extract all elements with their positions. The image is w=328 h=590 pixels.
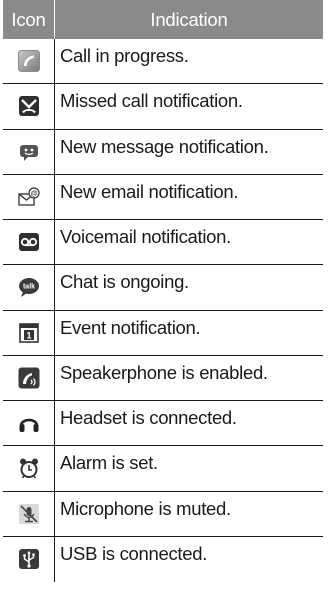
- table-row: 1 Event notification.: [3, 310, 323, 356]
- call-in-progress-icon: [3, 39, 55, 84]
- table-row: Call in progress.: [3, 39, 323, 85]
- headset-icon: [3, 401, 55, 446]
- row-label: USB is connected.: [60, 542, 208, 564]
- table-row: New message notification.: [3, 129, 323, 175]
- svg-text:@: @: [30, 190, 37, 197]
- table-row: Speakerphone is enabled.: [3, 355, 323, 401]
- new-message-icon: [3, 129, 55, 174]
- table-row: Voicemail notification.: [3, 220, 323, 266]
- table-header: Icon Indication: [3, 0, 323, 39]
- table-row: Microphone is muted.: [3, 491, 323, 537]
- row-label: Voicemail notification.: [60, 226, 232, 247]
- header-icon: Icon: [3, 0, 55, 39]
- speakerphone-icon: [3, 355, 55, 400]
- row-label: Chat is ongoing.: [60, 271, 189, 293]
- microphone-muted-icon: [3, 491, 55, 536]
- row-label: Headset is connected.: [60, 407, 237, 428]
- svg-text:talk: talk: [22, 284, 34, 291]
- talk-chat-icon: talk: [3, 265, 55, 310]
- missed-call-icon: [3, 84, 55, 129]
- row-label: New message notification.: [60, 135, 269, 157]
- status-icons-table: Icon Indication Call in progress. Missed…: [3, 0, 323, 582]
- row-label: Missed call notification.: [60, 90, 243, 112]
- row-label: Microphone is muted.: [60, 497, 231, 519]
- row-label: Alarm is set.: [60, 452, 158, 474]
- event-calendar-icon: 1: [3, 310, 55, 355]
- row-label: New email notification.: [60, 180, 239, 202]
- row-label: Speakerphone is enabled.: [60, 361, 268, 383]
- row-label: Call in progress.: [60, 45, 189, 66]
- voicemail-icon: [3, 220, 55, 265]
- table-row: Alarm is set.: [3, 446, 323, 492]
- table-row: @ New email notification.: [3, 174, 323, 220]
- new-email-icon: @: [3, 174, 55, 219]
- table-row: Missed call notification.: [3, 84, 323, 130]
- table-row: Headset is connected.: [3, 401, 323, 447]
- row-label: Event notification.: [60, 316, 201, 338]
- table-row: talk Chat is ongoing.: [3, 265, 323, 311]
- svg-text:1: 1: [26, 330, 31, 340]
- alarm-clock-icon: [3, 446, 55, 491]
- usb-icon: [3, 536, 55, 582]
- header-indication: Indication: [150, 8, 228, 30]
- table-row: USB is connected.: [3, 536, 323, 582]
